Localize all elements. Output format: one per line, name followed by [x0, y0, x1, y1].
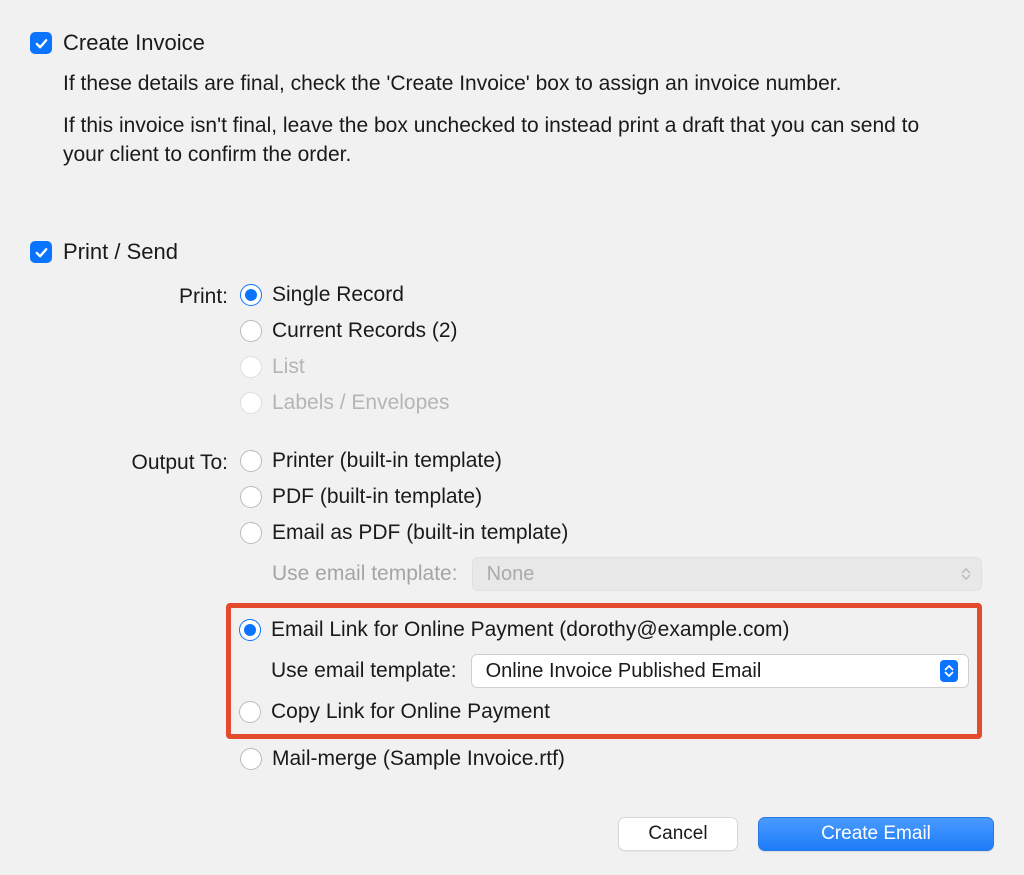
radio-email-pdf-row: Email as PDF (built-in template): [240, 521, 994, 545]
radio-pdf-label: PDF (built-in template): [272, 485, 482, 509]
radio-copy-link-label: Copy Link for Online Payment: [271, 700, 550, 724]
button-row: Cancel Create Email: [618, 817, 994, 851]
create-invoice-description-2: If this invoice isn't final, leave the b…: [63, 112, 994, 169]
radio-labels-label: Labels / Envelopes: [272, 391, 449, 415]
create-invoice-checkbox-row: Create Invoice: [30, 30, 994, 56]
radio-printer-label: Printer (built-in template): [272, 449, 502, 473]
radio-email-link-row: Email Link for Online Payment (dorothy@e…: [239, 618, 969, 642]
radio-printer[interactable]: [240, 450, 262, 472]
email-link-template-select[interactable]: Online Invoice Published Email: [471, 654, 969, 688]
radio-mail-merge[interactable]: [240, 748, 262, 770]
check-icon: [34, 36, 49, 51]
radio-labels-row: Labels / Envelopes: [240, 391, 994, 415]
create-invoice-description-1: If these details are final, check the 'C…: [63, 70, 994, 98]
print-form-grid: Print: Single Record Current Records (2)…: [30, 283, 994, 783]
radio-labels: [240, 392, 262, 414]
output-options: Printer (built-in template) PDF (built-i…: [240, 449, 994, 783]
radio-mail-merge-label: Mail-merge (Sample Invoice.rtf): [272, 747, 565, 771]
radio-pdf-row: PDF (built-in template): [240, 485, 994, 509]
radio-single-record-label: Single Record: [272, 283, 404, 307]
radio-current-records[interactable]: [240, 320, 262, 342]
output-to-label: Output To:: [30, 449, 240, 475]
print-send-checkbox-row: Print / Send: [30, 239, 994, 265]
radio-single-record[interactable]: [240, 284, 262, 306]
radio-email-pdf[interactable]: [240, 522, 262, 544]
create-invoice-section: Create Invoice If these details are fina…: [30, 30, 994, 169]
print-send-label: Print / Send: [63, 239, 178, 265]
print-send-section: Print / Send Print: Single Record Curren…: [30, 239, 994, 783]
cancel-button[interactable]: Cancel: [618, 817, 738, 851]
radio-copy-link-row: Copy Link for Online Payment: [239, 700, 969, 724]
create-email-button[interactable]: Create Email: [758, 817, 994, 851]
updown-icon: [961, 568, 971, 580]
highlighted-options: Email Link for Online Payment (dorothy@e…: [226, 603, 982, 739]
create-invoice-checkbox[interactable]: [30, 32, 52, 54]
radio-copy-link[interactable]: [239, 701, 261, 723]
radio-list-row: List: [240, 355, 994, 379]
radio-current-records-label: Current Records (2): [272, 319, 458, 343]
radio-mail-merge-row: Mail-merge (Sample Invoice.rtf): [240, 747, 994, 771]
radio-printer-row: Printer (built-in template): [240, 449, 994, 473]
radio-email-link[interactable]: [239, 619, 261, 641]
radio-email-link-label: Email Link for Online Payment (dorothy@e…: [271, 618, 790, 642]
create-invoice-label: Create Invoice: [63, 30, 205, 56]
email-link-template-row: Use email template: Online Invoice Publi…: [271, 654, 969, 688]
check-icon: [34, 245, 49, 260]
print-row: Print: Single Record Current Records (2)…: [30, 283, 994, 449]
radio-email-pdf-label: Email as PDF (built-in template): [272, 521, 568, 545]
email-template-none-value: None: [487, 563, 535, 586]
email-link-template-value: Online Invoice Published Email: [486, 660, 762, 683]
radio-current-records-row: Current Records (2): [240, 319, 994, 343]
radio-single-record-row: Single Record: [240, 283, 994, 307]
updown-icon: [940, 660, 958, 682]
print-send-checkbox[interactable]: [30, 241, 52, 263]
radio-list: [240, 356, 262, 378]
print-label: Print:: [30, 283, 240, 309]
print-options: Single Record Current Records (2) List L…: [240, 283, 994, 449]
output-to-row: Output To: Printer (built-in template) P…: [30, 449, 994, 783]
email-link-template-label: Use email template:: [271, 659, 457, 683]
radio-pdf[interactable]: [240, 486, 262, 508]
email-template-none-label: Use email template:: [272, 562, 458, 586]
radio-list-label: List: [272, 355, 305, 379]
email-template-none-row: Use email template: None: [272, 557, 994, 591]
email-template-none-select[interactable]: None: [472, 557, 982, 591]
